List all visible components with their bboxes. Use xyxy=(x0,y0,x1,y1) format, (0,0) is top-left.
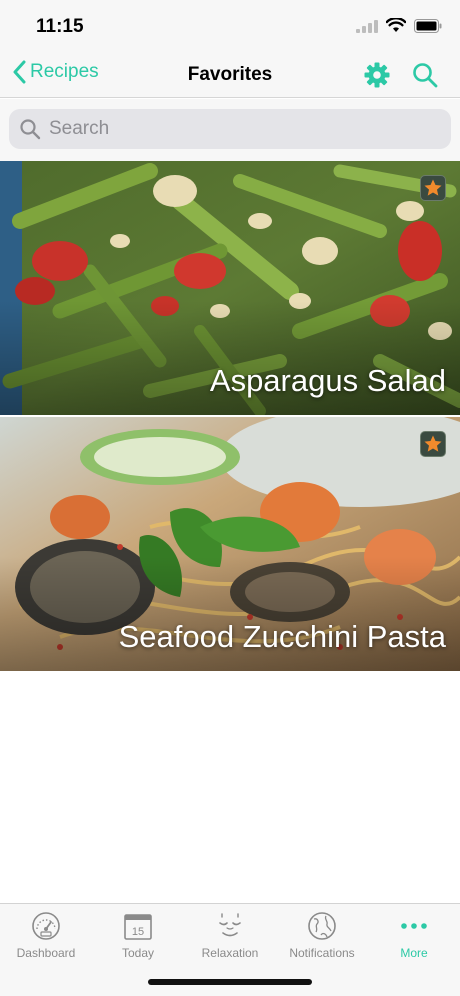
tab-dashboard[interactable]: Dashboard xyxy=(0,910,92,966)
settings-button[interactable] xyxy=(362,60,392,90)
search-input[interactable] xyxy=(49,118,429,140)
status-icons xyxy=(356,18,442,33)
navigation-bar: Recipes Favorites xyxy=(0,52,460,98)
star-icon xyxy=(424,179,442,196)
recipe-card-asparagus-salad[interactable]: Asparagus Salad xyxy=(0,161,460,415)
speedometer-icon xyxy=(32,912,60,940)
globe-icon xyxy=(308,912,336,940)
back-button[interactable]: Recipes xyxy=(12,60,99,84)
relaxed-face-icon xyxy=(219,913,241,937)
magnifier-icon xyxy=(20,119,41,140)
home-indicator[interactable] xyxy=(148,979,312,985)
tab-label: Relaxation xyxy=(201,946,259,960)
tab-notifications[interactable]: Notifications xyxy=(276,910,368,966)
favorite-star-badge[interactable] xyxy=(420,175,446,201)
ellipsis-icon xyxy=(401,923,427,929)
search-button[interactable] xyxy=(410,60,440,90)
status-time: 11:15 xyxy=(36,16,84,37)
search-field[interactable] xyxy=(9,109,451,149)
status-bar: 11:15 xyxy=(0,0,460,52)
chevron-left-icon xyxy=(13,60,26,84)
tab-more[interactable]: More xyxy=(368,910,460,966)
gear-icon xyxy=(364,62,390,88)
tab-label: More xyxy=(400,946,428,960)
tab-label: Notifications xyxy=(289,946,355,960)
tab-label: Today xyxy=(121,946,155,960)
cellular-signal-icon xyxy=(356,19,378,33)
calendar-icon: 15 xyxy=(124,914,152,940)
search-area xyxy=(0,99,460,161)
recipe-title: Seafood Zucchini Pasta xyxy=(118,619,446,654)
recipe-card-seafood-zucchini-pasta[interactable]: Seafood Zucchini Pasta xyxy=(0,417,460,671)
tab-relaxation[interactable]: Relaxation xyxy=(184,910,276,966)
back-button-label: Recipes xyxy=(30,61,99,82)
favorite-star-badge[interactable] xyxy=(420,431,446,457)
battery-icon xyxy=(414,18,442,33)
star-icon xyxy=(424,435,442,452)
recipe-title: Asparagus Salad xyxy=(209,363,446,398)
calendar-date: 15 xyxy=(132,926,144,938)
wifi-icon xyxy=(386,18,406,32)
search-icon xyxy=(413,63,438,88)
tab-label: Dashboard xyxy=(16,946,76,960)
tab-today[interactable]: 15 Today xyxy=(92,910,184,966)
